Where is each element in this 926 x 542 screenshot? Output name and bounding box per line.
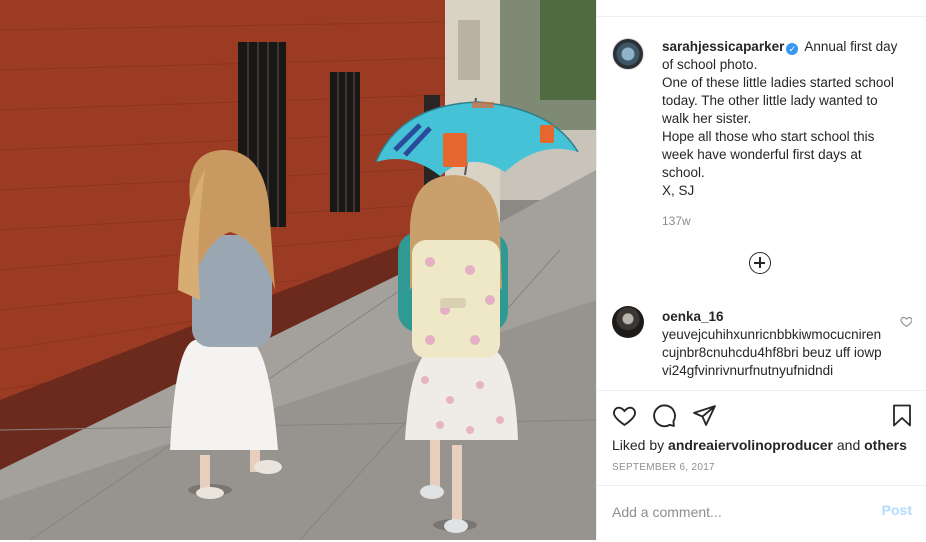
post-caption: sarahjessicaparker ✓ Annual first day of … (662, 38, 902, 200)
liked-by-user[interactable]: andreaiervolinoproducer (668, 437, 833, 453)
author-username[interactable]: sarahjessicaparker (662, 39, 784, 54)
share-icon[interactable] (692, 403, 717, 428)
heart-icon[interactable] (612, 403, 637, 428)
author-avatar[interactable] (612, 38, 644, 70)
plus-circle-icon[interactable] (749, 252, 771, 274)
post-photo[interactable] (0, 0, 596, 540)
bookmark-icon[interactable] (890, 403, 914, 428)
comment-like-heart-icon[interactable] (900, 315, 912, 328)
commenter-username[interactable]: oenka_16 (662, 308, 882, 326)
liked-by-text: Liked by andreaiervolinoproducer and oth… (612, 437, 907, 453)
verified-badge-icon: ✓ (786, 43, 799, 55)
add-comment-bar: Post (597, 485, 926, 542)
post-time-ago[interactable]: 137w (662, 214, 691, 228)
caption-line-2: One of these little ladies started schoo… (662, 75, 894, 126)
comment-item: oenka_16 yeuvejcuhihxunricnbbkiwmocucnir… (612, 306, 912, 388)
liked-by-others[interactable]: others (864, 437, 907, 453)
caption-line-3: Hope all those who start school this wee… (662, 129, 875, 180)
add-comment-input[interactable] (612, 502, 852, 522)
caption-line-4: X, SJ (662, 183, 695, 198)
post-date[interactable]: SEPTEMBER 6, 2017 (612, 462, 715, 473)
comment-icon[interactable] (652, 403, 677, 428)
post-detail-panel: sarahjessicaparker ✓ Annual first day of … (596, 0, 926, 540)
liked-by-and: and (836, 437, 861, 453)
comment-body: oenka_16 yeuvejcuhihxunricnbbkiwmocucnir… (662, 308, 882, 380)
liked-by-prefix: Liked by (612, 437, 665, 453)
comment-text: yeuvejcuhihxunricnbbkiwmocucnirencujnbr8… (662, 327, 882, 378)
commenter-avatar[interactable] (612, 306, 644, 338)
post-comment-button[interactable]: Post (882, 502, 912, 518)
post-actions-section: Liked by andreaiervolinoproducer and oth… (597, 390, 926, 541)
panel-top-border (597, 0, 926, 17)
street-scene-image (0, 0, 596, 540)
